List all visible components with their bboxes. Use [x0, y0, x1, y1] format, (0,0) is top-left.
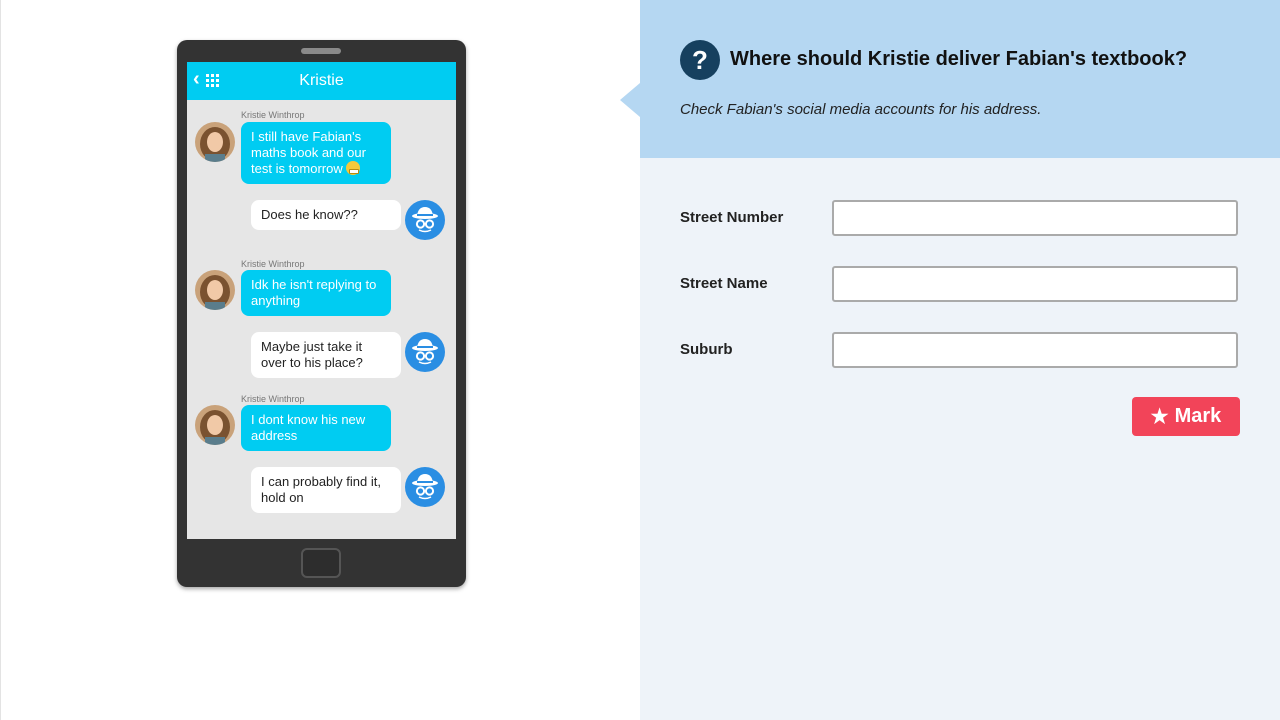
grimace-emoji-icon: [346, 161, 361, 175]
mark-button-label: Mark: [1174, 405, 1222, 427]
question-subtitle: Check Fabian's social media accounts for…: [680, 101, 1042, 118]
sender-name: Kristie Winthrop: [241, 259, 305, 269]
message-text: Does he know??: [261, 207, 358, 222]
chat-contact-name: Kristie: [299, 72, 344, 89]
question-mark-icon: ?: [680, 40, 720, 80]
phone: Kristie ‹ Kristie Winthrop I still have …: [177, 40, 466, 587]
question-banner: ? Where should Kristie deliver Fabian's …: [620, 0, 1280, 158]
street-number-input[interactable]: [832, 200, 1238, 236]
star-icon: ★: [1150, 405, 1169, 428]
phone-speaker: [301, 48, 341, 54]
message-bubble-incoming: Idk he isn't replying to anything: [241, 270, 391, 316]
spy-avatar-icon: [405, 332, 445, 372]
spy-avatar-icon: [405, 200, 445, 240]
message-bubble-outgoing: I can probably find it, hold on: [251, 467, 401, 513]
mark-button[interactable]: ★ Mark: [1132, 397, 1240, 436]
street-number-label: Street Number: [680, 209, 784, 226]
suburb-label: Suburb: [680, 341, 733, 358]
kristie-avatar: [195, 405, 235, 445]
message-text: Maybe just take it over to his place?: [261, 339, 363, 370]
chat-header: Kristie ‹: [187, 62, 456, 100]
street-name-label: Street Name: [680, 275, 768, 292]
message-text: I dont know his new address: [251, 412, 366, 443]
question-title: Where should Kristie deliver Fabian's te…: [730, 48, 1188, 70]
kristie-avatar: [195, 122, 235, 162]
suburb-input[interactable]: [832, 332, 1238, 368]
app-grid-icon[interactable]: [206, 74, 219, 87]
chat-screen: Kristie ‹ Kristie Winthrop I still have …: [187, 62, 456, 539]
street-name-input[interactable]: [832, 266, 1238, 302]
message-bubble-incoming: I dont know his new address: [241, 405, 391, 451]
back-chevron-icon[interactable]: ‹: [193, 69, 200, 89]
right-pane: ? Where should Kristie deliver Fabian's …: [620, 0, 1280, 720]
kristie-avatar: [195, 270, 235, 310]
sender-name: Kristie Winthrop: [241, 394, 305, 404]
message-text: Idk he isn't replying to anything: [251, 277, 377, 308]
message-bubble-incoming: I still have Fabian's maths book and our…: [241, 122, 391, 184]
banner-pointer: [620, 83, 640, 117]
sender-name: Kristie Winthrop: [241, 110, 305, 120]
left-pane: Kristie ‹ Kristie Winthrop I still have …: [0, 0, 640, 720]
message-text: I can probably find it, hold on: [261, 474, 381, 505]
message-bubble-outgoing: Does he know??: [251, 200, 401, 230]
spy-avatar-icon: [405, 467, 445, 507]
phone-home-button: [301, 548, 341, 578]
message-bubble-outgoing: Maybe just take it over to his place?: [251, 332, 401, 378]
